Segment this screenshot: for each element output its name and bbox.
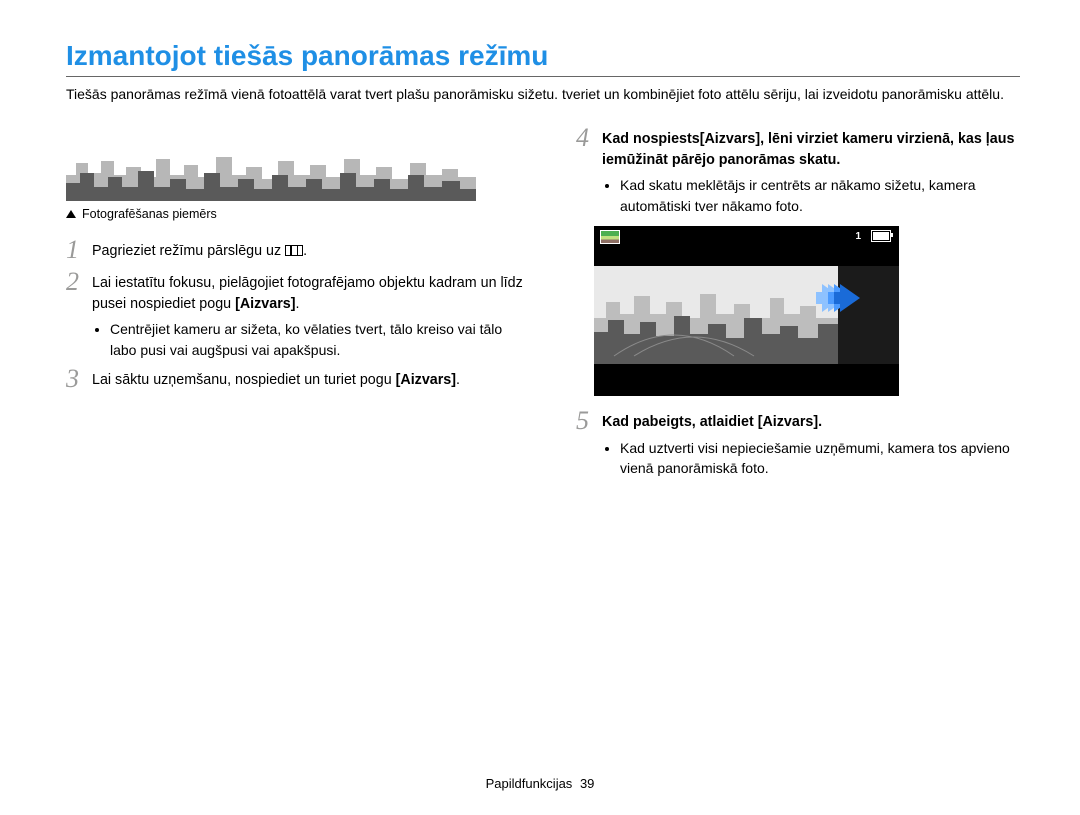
step-5-sub: Kad uztverti visi nepieciešamie uzņēmumi…	[620, 438, 1016, 479]
intro-text: Tiešās panorāmas režīmā vienā fotoattēlā…	[66, 85, 1020, 105]
camera-lcd-preview: 1	[594, 226, 899, 396]
panorama-example-image	[66, 127, 476, 201]
step-2-sub: Centrējiet kameru ar sižeta, ko vēlaties…	[110, 319, 526, 360]
page-title: Izmantojot tiešās panorāmas režīmu	[66, 40, 1020, 77]
footer-section: Papildfunkcijas	[486, 776, 573, 791]
step-3: 3 Lai sāktu uzņemšanu, nospiediet un tur…	[66, 368, 526, 392]
footer-page-number: 39	[580, 776, 594, 791]
step-5: 5 Kad pabeigts, atlaidiet [Aizvars].	[576, 410, 1016, 434]
shot-counter: 1	[855, 231, 861, 242]
step-1: 1 Pagrieziet režīmu pārslēgu uz .	[66, 239, 526, 263]
example-caption: Fotografēšanas piemērs	[66, 207, 526, 221]
camera-live-view	[594, 266, 899, 364]
step-4-sub: Kad skatu meklētājs ir centrēts ar nākam…	[620, 175, 1016, 216]
preview-thumb-icon	[600, 230, 620, 244]
mode-dial-icon	[285, 245, 303, 256]
step-2: 2 Lai iestatītu fokusu, pielāgojiet foto…	[66, 271, 526, 316]
up-triangle-icon	[66, 210, 76, 218]
pan-direction-arrow-icon	[840, 284, 860, 312]
page-footer: Papildfunkcijas 39	[0, 776, 1080, 791]
step-4: 4 Kad nospiests[Aizvars], lēni virziet k…	[576, 127, 1016, 172]
battery-icon	[871, 230, 891, 242]
